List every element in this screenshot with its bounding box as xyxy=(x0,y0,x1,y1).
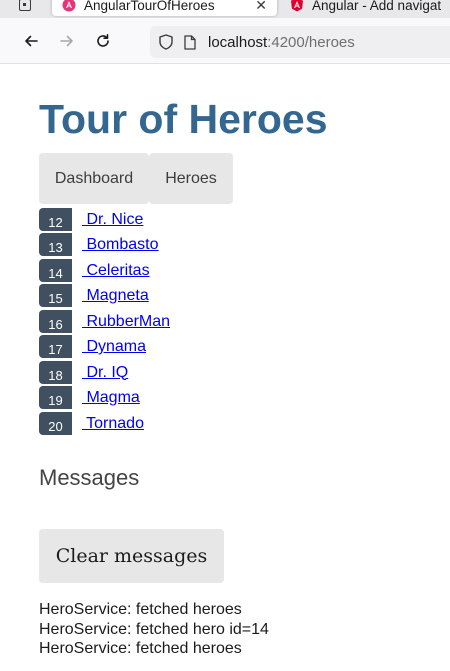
page-info-icon[interactable] xyxy=(182,34,198,50)
hero-link[interactable]: Dr. Nice xyxy=(82,211,143,229)
browser-navigation-bar: localhost:4200/heroes xyxy=(0,18,450,64)
app-nav: Dashboard Heroes xyxy=(39,153,233,204)
close-tab-icon[interactable]: ✕ xyxy=(255,0,267,14)
hero-id-badge: 17 xyxy=(39,335,72,358)
browser-tab-inactive[interactable]: Angular - Add navigat xyxy=(282,0,450,16)
hero-link[interactable]: Magma xyxy=(82,389,139,407)
hero-list-item: 12 Dr. Nice xyxy=(39,205,170,231)
hero-list-item: 14 Celeritas xyxy=(39,256,170,282)
page-title: Tour of Heroes xyxy=(39,96,328,142)
message-list: HeroService: fetched heroes HeroService:… xyxy=(39,600,269,659)
hero-id-badge: 16 xyxy=(39,309,72,333)
reload-icon[interactable] xyxy=(91,29,115,53)
message-item: HeroService: fetched heroes xyxy=(39,601,242,618)
hero-link[interactable]: Celeritas xyxy=(82,262,149,280)
messages-heading: Messages xyxy=(39,465,140,490)
url-text: localhost:4200/heroes xyxy=(208,34,355,51)
angular-logo-icon xyxy=(291,0,303,12)
hero-list-item: 17 Dynama xyxy=(39,333,170,358)
browser-tab-strip: AngularTourOfHeroes ✕ Angular - Add navi… xyxy=(0,0,450,18)
hero-link[interactable]: Magneta xyxy=(82,287,148,305)
hero-id-badge: 19 xyxy=(39,386,72,409)
hero-link[interactable]: Dynama xyxy=(82,338,146,356)
hero-list: 12 Dr. Nice 13 Bombasto 14 Celeritas 15 … xyxy=(39,205,170,435)
hero-id-badge: 13 xyxy=(39,233,72,256)
clear-messages-button[interactable]: Clear messages xyxy=(39,529,224,583)
tab-title: AngularTourOfHeroes xyxy=(84,0,215,13)
hero-id-badge: 15 xyxy=(39,284,72,307)
tracking-protection-shield-icon[interactable] xyxy=(158,34,174,50)
url-path: :4200/heroes xyxy=(267,33,355,51)
tab-list-menu-icon[interactable] xyxy=(14,0,36,16)
url-host: localhost xyxy=(208,33,268,51)
hero-list-item: 15 Magneta xyxy=(39,282,170,307)
hero-link[interactable]: RubberMan xyxy=(82,313,170,331)
hero-list-item: 18 Dr. IQ xyxy=(39,358,170,384)
hero-id-badge: 18 xyxy=(39,360,72,384)
hero-id-badge: 14 xyxy=(39,258,72,282)
angular-favicon-icon xyxy=(62,0,76,12)
hero-list-item: 13 Bombasto xyxy=(39,231,170,256)
hero-link[interactable]: Tornado xyxy=(82,415,144,433)
browser-tab-active[interactable]: AngularTourOfHeroes ✕ xyxy=(52,0,277,16)
address-bar[interactable]: localhost:4200/heroes xyxy=(150,26,450,58)
dashboard-nav-link[interactable]: Dashboard xyxy=(39,153,149,204)
heroes-nav-link[interactable]: Heroes xyxy=(149,153,233,204)
hero-id-badge: 12 xyxy=(39,207,72,231)
message-item: HeroService: fetched heroes xyxy=(39,640,242,657)
hero-list-item: 19 Magma xyxy=(39,384,170,409)
hero-list-item: 16 RubberMan xyxy=(39,307,170,333)
hero-id-badge: 20 xyxy=(39,411,72,435)
message-item: HeroService: fetched hero id=14 xyxy=(39,620,269,638)
hero-link[interactable]: Dr. IQ xyxy=(82,364,128,382)
hero-link[interactable]: Bombasto xyxy=(82,236,158,254)
forward-arrow-icon[interactable] xyxy=(55,29,79,53)
back-arrow-icon[interactable] xyxy=(19,29,43,53)
tab-title: Angular - Add navigat xyxy=(312,0,442,13)
hero-list-item: 20 Tornado xyxy=(39,409,170,435)
